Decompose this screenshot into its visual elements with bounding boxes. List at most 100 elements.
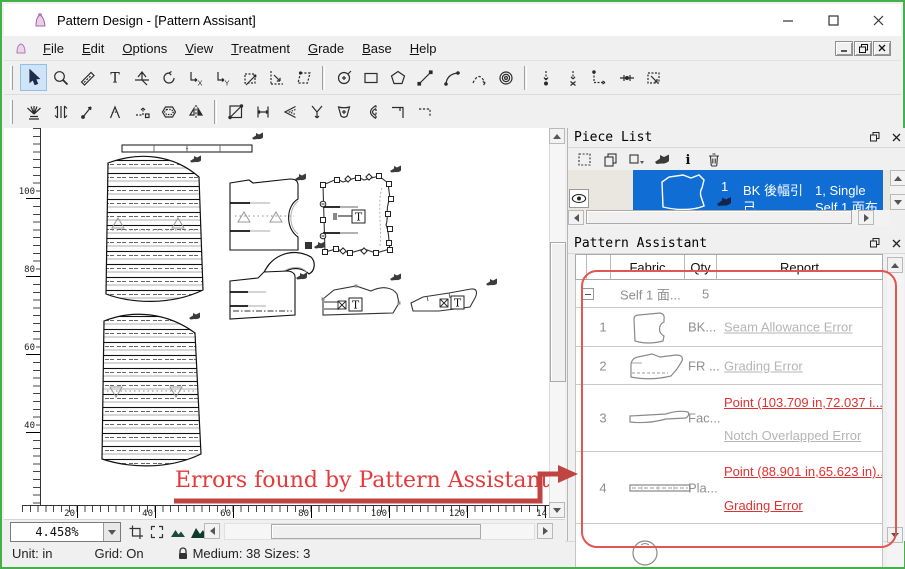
- measure-tool-button[interactable]: [74, 64, 101, 91]
- menu-edit[interactable]: Edit: [73, 39, 113, 58]
- close-button[interactable]: [856, 4, 901, 36]
- delete-piece-icon[interactable]: [704, 149, 724, 169]
- scrollbar-thumb[interactable]: [271, 524, 481, 539]
- piece-list-vertical-scrollbar[interactable]: [890, 170, 905, 210]
- paste-piece-icon[interactable]: [626, 149, 646, 169]
- text-tool-button[interactable]: T: [101, 64, 128, 91]
- close-panel-icon[interactable]: [889, 130, 903, 144]
- scroll-right-button[interactable]: [537, 523, 553, 539]
- minimize-button[interactable]: [766, 4, 811, 36]
- report-row[interactable]: 3 Fac... Point (103.709 in,72.037 i... N…: [576, 385, 882, 452]
- report-table-scrollbar[interactable]: [887, 254, 904, 567]
- notch-spread-tool-button[interactable]: [303, 98, 330, 125]
- piece-marker-icon[interactable]: [652, 149, 672, 169]
- rotate-tool-button[interactable]: [155, 64, 182, 91]
- report-row[interactable]: 4 Pla... Point (88.901 in,65.623 in)... …: [576, 452, 882, 524]
- menu-options[interactable]: Options: [113, 39, 176, 58]
- menu-treatment[interactable]: Treatment: [222, 39, 299, 58]
- zoom-level-combo[interactable]: 4.458%: [10, 522, 121, 542]
- collapse-icon[interactable]: [582, 288, 594, 300]
- pleat-tool-button[interactable]: [20, 98, 47, 125]
- scroll-left-button[interactable]: [204, 523, 220, 539]
- scroll-up-button[interactable]: [549, 128, 565, 144]
- piece-bodice-front[interactable]: [230, 179, 298, 250]
- chevron-down-icon[interactable]: [103, 523, 120, 541]
- toolbar-grip[interactable]: [10, 66, 13, 90]
- float-panel-icon[interactable]: [868, 236, 882, 250]
- stretch-tool-button[interactable]: [263, 64, 290, 91]
- report-row[interactable]: 1 BK... Seam Allowance Error: [576, 308, 882, 347]
- seam-move-tool-button[interactable]: [128, 98, 155, 125]
- seam-width-tool-button[interactable]: [249, 98, 276, 125]
- scroll-down-button[interactable]: [549, 502, 565, 518]
- dart-tool-button[interactable]: [101, 98, 128, 125]
- polygon-tool-button[interactable]: [384, 64, 411, 91]
- circle-tool-button[interactable]: [330, 64, 357, 91]
- toolbar-grip[interactable]: [10, 100, 13, 124]
- crop-view-button[interactable]: [126, 523, 146, 541]
- scroll-left-button[interactable]: [568, 210, 584, 225]
- move-y-tool-button[interactable]: Y: [209, 64, 236, 91]
- multi-point-tool-button[interactable]: [640, 64, 667, 91]
- scroll-down-button[interactable]: [887, 527, 903, 543]
- fan-tool-button[interactable]: [357, 98, 384, 125]
- select-tool-button[interactable]: [20, 64, 47, 91]
- maximize-button[interactable]: [811, 4, 856, 36]
- axis-tool-button[interactable]: [128, 64, 155, 91]
- corner-point-tool-button[interactable]: [586, 64, 613, 91]
- shield-tool-button[interactable]: [330, 98, 357, 125]
- menu-help[interactable]: Help: [401, 39, 446, 58]
- close-panel-icon[interactable]: [889, 236, 903, 250]
- scale-tool-button[interactable]: [236, 64, 263, 91]
- add-point-tool-button[interactable]: [532, 64, 559, 91]
- seam-box-tool-button[interactable]: [222, 98, 249, 125]
- canvas-vertical-scrollbar[interactable]: [549, 128, 565, 518]
- corner-dashed-tool-button[interactable]: [411, 98, 438, 125]
- new-piece-icon[interactable]: [574, 149, 594, 169]
- dart-rotate-tool-button[interactable]: [74, 98, 101, 125]
- mdi-minimize-button[interactable]: [835, 41, 853, 56]
- pattern-assistant-title-bar[interactable]: Pattern Assistant: [568, 234, 905, 254]
- menu-grade[interactable]: Grade: [299, 39, 353, 58]
- piece-list-content[interactable]: 1 BK 後幅引己 1, SingleSelf 1 面布: [568, 170, 890, 210]
- notch-left-tool-button[interactable]: [276, 98, 303, 125]
- zoom-out-view-button[interactable]: [168, 523, 188, 541]
- piece-skirt-front[interactable]: [102, 314, 201, 466]
- pattern-pieces-canvas[interactable]: T: [4, 128, 565, 507]
- intersect-point-tool-button[interactable]: [613, 64, 640, 91]
- mdi-restore-button[interactable]: [854, 41, 872, 56]
- piece-bodice-lower[interactable]: [230, 271, 295, 319]
- piece-bodice-back-selected[interactable]: [320, 174, 393, 256]
- fabric-group-row[interactable]: Self 1 面... 5: [576, 280, 882, 308]
- scroll-right-button[interactable]: [858, 210, 874, 225]
- report-row[interactable]: [576, 524, 882, 567]
- report-row[interactable]: 2 FR ... Grading Error: [576, 347, 882, 385]
- error-link[interactable]: Point (103.709 in,72.037 i...: [724, 395, 883, 410]
- line-tool-button[interactable]: [411, 64, 438, 91]
- pattern-canvas[interactable]: T: [4, 128, 565, 541]
- piece-skirt-back[interactable]: [106, 156, 203, 301]
- menu-view[interactable]: View: [176, 39, 222, 58]
- menu-base[interactable]: Base: [353, 39, 401, 58]
- scroll-up-button[interactable]: [890, 170, 905, 186]
- mdi-close-button[interactable]: [873, 41, 891, 56]
- scroll-up-button[interactable]: [887, 257, 903, 273]
- arc-tool-button[interactable]: [465, 64, 492, 91]
- fit-view-button[interactable]: [147, 523, 167, 541]
- piece-list-selected-row[interactable]: 1 BK 後幅引己 1, SingleSelf 1 面布: [633, 170, 883, 210]
- scrollbar-thumb[interactable]: [550, 242, 566, 382]
- delete-point-tool-button[interactable]: [559, 64, 586, 91]
- visibility-eye-icon[interactable]: [569, 189, 589, 208]
- curve-tool-button[interactable]: [438, 64, 465, 91]
- skew-tool-button[interactable]: [290, 64, 317, 91]
- zoom-tool-button[interactable]: [47, 64, 74, 91]
- copy-piece-icon[interactable]: [600, 149, 620, 169]
- scrollbar-thumb[interactable]: [586, 210, 852, 224]
- menu-file[interactable]: File: [34, 39, 73, 58]
- box-pleat-tool-button[interactable]: [47, 98, 74, 125]
- piece-facing-middle[interactable]: [322, 285, 401, 316]
- error-link[interactable]: Grading Error: [724, 498, 803, 513]
- info-icon[interactable]: i: [678, 149, 698, 169]
- corner-tool-button[interactable]: [384, 98, 411, 125]
- concentric-tool-button[interactable]: [492, 64, 519, 91]
